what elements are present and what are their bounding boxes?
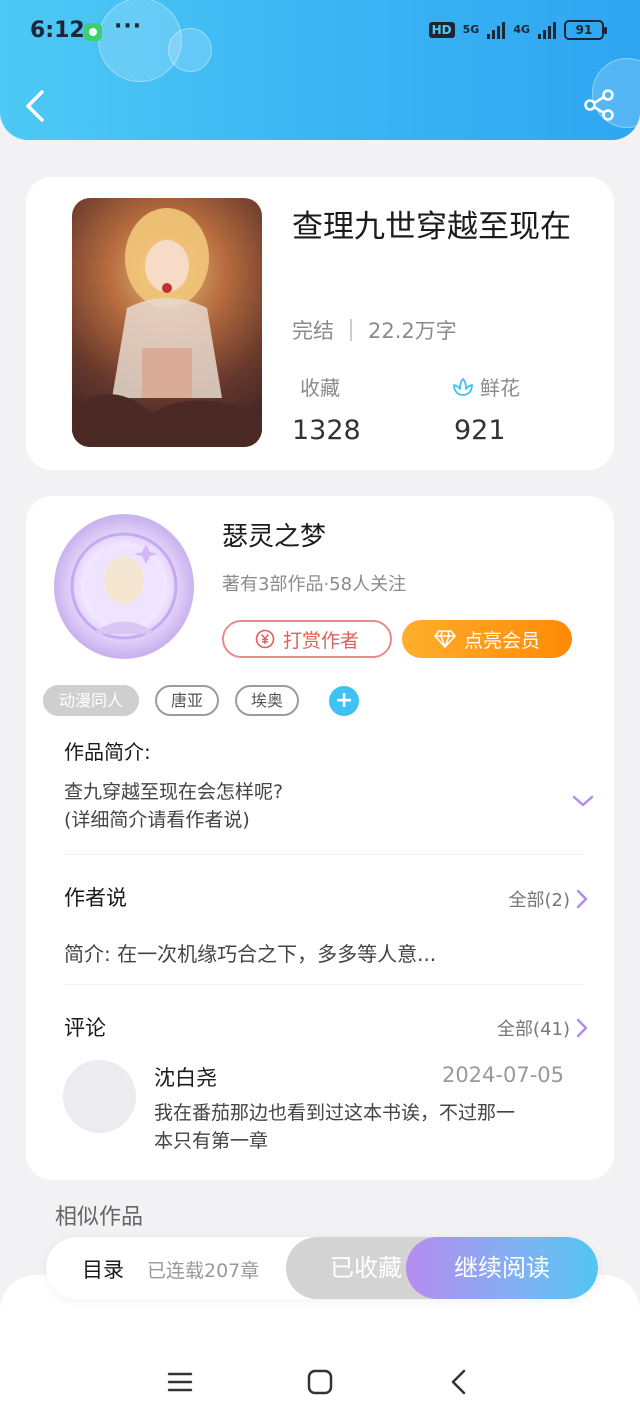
favorites-value: 1328 (292, 415, 361, 446)
flowers-label: 鲜花 (480, 376, 520, 400)
author-stats: 著有3部作品·58人关注 (222, 574, 407, 595)
book-status: 完结 (292, 319, 334, 343)
battery-icon: 91 (564, 20, 607, 40)
author-says-title: 作者说 (64, 886, 127, 910)
author-details-card: 瑟灵之梦 著有3部作品·58人关注 打赏作者 点亮会员 动漫同人 唐亚 埃奥 +… (26, 496, 614, 1180)
back-arrow-icon (26, 90, 44, 122)
author-avatar[interactable] (54, 514, 194, 659)
nav-back-icon (451, 1369, 466, 1395)
chevron-down-icon (572, 795, 594, 807)
meta-divider (350, 319, 352, 341)
comments-more-label: 全部(41) (497, 1019, 570, 1040)
book-cover[interactable] (72, 198, 262, 447)
chevron-right-icon (576, 1018, 588, 1038)
tag-item[interactable]: 唐亚 (155, 685, 220, 716)
commenter-avatar[interactable] (63, 1060, 136, 1133)
top-header: 6:12 ··· HD 5G 4G 91 (0, 0, 640, 140)
status-indicators: HD 5G 4G 91 (428, 20, 607, 40)
comments-more-link[interactable]: 全部(41) (497, 1015, 588, 1041)
action-bar: 目录 已连载207章 已收藏 继续阅读 (46, 1237, 598, 1299)
author-says-more-link[interactable]: 全部(2) (509, 886, 589, 912)
nav-menu-button[interactable] (164, 1366, 196, 1398)
vip-label: 点亮会员 (463, 629, 540, 652)
network-5g-label: 5G (462, 23, 480, 36)
intro-title: 作品简介: (64, 740, 151, 764)
similar-works-title: 相似作品 (55, 1205, 144, 1230)
flower-icon (453, 377, 473, 396)
toc-button[interactable]: 目录 (82, 1254, 124, 1284)
book-meta: 完结 22.2万字 (292, 315, 457, 345)
status-time: 6:12 (30, 18, 85, 43)
yen-coin-icon (255, 629, 275, 649)
home-square-icon (307, 1369, 333, 1395)
book-info-card: 查理九世穿越至现在 完结 22.2万字 收藏 1328 鲜花 921 (26, 177, 614, 470)
cover-illustration (72, 208, 262, 447)
comment-line: 我在番茄那边也看到过这本书诶，不过那一 (154, 1102, 516, 1124)
book-word-count: 22.2万字 (368, 319, 457, 343)
book-title: 查理九世穿越至现在 (292, 209, 571, 245)
author-says-text[interactable]: 简介: 在一次机缘巧合之下，多多等人意... (64, 938, 436, 967)
reward-author-label: 打赏作者 (282, 629, 359, 652)
intro-line: (详细简介请看作者说) (64, 809, 250, 831)
vip-button[interactable]: 点亮会员 (402, 620, 572, 658)
tag-item[interactable]: 动漫同人 (43, 685, 140, 716)
chapter-count: 已连载207章 (147, 1260, 260, 1282)
network-4g-label: 4G (513, 23, 530, 36)
share-button[interactable] (582, 88, 616, 122)
signal-icon (538, 21, 556, 39)
diamond-icon (434, 630, 456, 648)
comment-date: 2024-07-05 (441, 1063, 564, 1087)
favorites-stat: 收藏 1328 (292, 372, 361, 446)
decorative-bubble (168, 28, 212, 72)
flowers-value: 921 (454, 415, 506, 446)
intro-line: 查九穿越至现在会怎样呢? (64, 781, 284, 803)
app-notification-icon (84, 23, 102, 41)
author-says-more-label: 全部(2) (508, 890, 571, 911)
flowers-label-row: 鲜花 (452, 372, 520, 401)
tag-item[interactable]: 埃奥 (235, 685, 300, 716)
plus-icon: + (334, 687, 354, 713)
back-button[interactable] (20, 88, 50, 124)
comment-text[interactable]: 我在番茄那边也看到过这本书诶，不过那一 本只有第一章 (154, 1099, 564, 1155)
hd-icon: HD (428, 22, 455, 38)
divider (64, 984, 584, 985)
flowers-stat[interactable]: 鲜花 921 (452, 372, 520, 446)
author-name[interactable]: 瑟灵之梦 (222, 516, 326, 553)
share-icon (584, 89, 614, 121)
add-tag-button[interactable]: + (329, 685, 360, 716)
comment-line: 本只有第一章 (154, 1130, 269, 1152)
nav-home-button[interactable] (304, 1366, 336, 1398)
nav-back-button[interactable] (444, 1366, 476, 1398)
continue-reading-button[interactable]: 继续阅读 (406, 1237, 598, 1299)
expand-intro-button[interactable] (571, 793, 595, 813)
intro-text: 查九穿越至现在会怎样呢? (详细简介请看作者说) (64, 778, 283, 834)
commenter-name[interactable]: 沈白尧 (154, 1062, 217, 1092)
reward-author-button[interactable]: 打赏作者 (222, 620, 392, 658)
more-notifications-icon: ··· (114, 14, 143, 39)
comments-title: 评论 (64, 1016, 106, 1040)
favorites-label: 收藏 (300, 376, 340, 400)
avatar-illustration (70, 532, 178, 640)
signal-icon (487, 21, 506, 39)
divider (64, 854, 584, 855)
tag-list: 动漫同人 唐亚 埃奥 + (43, 685, 360, 716)
menu-icon (167, 1372, 193, 1392)
chevron-right-icon (576, 889, 588, 909)
